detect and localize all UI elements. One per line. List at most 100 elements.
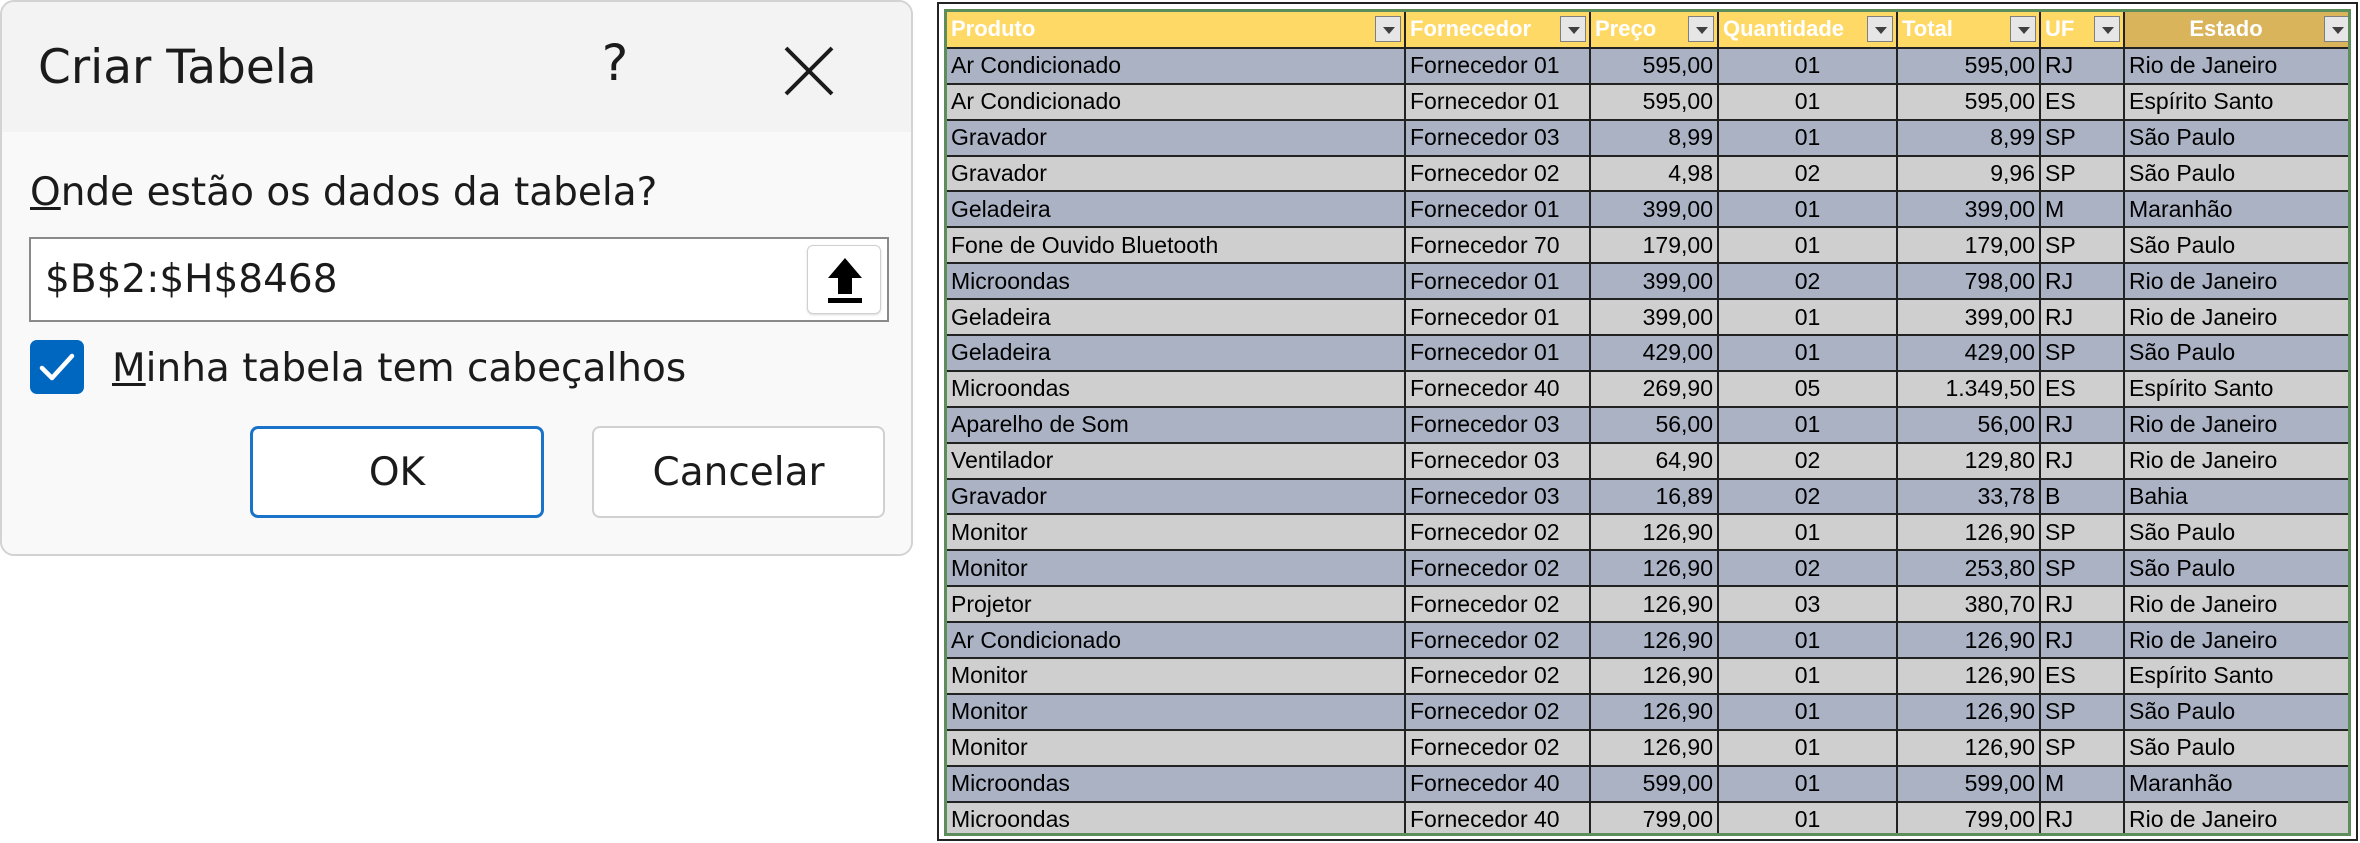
cell-preco[interactable]: 56,00 <box>1590 406 1719 444</box>
cell-fornecedor[interactable]: Fornecedor 02 <box>1405 155 1591 193</box>
cell-total[interactable]: 429,00 <box>1897 335 2041 372</box>
cell-uf[interactable]: RJ <box>2040 442 2125 480</box>
ok-button[interactable]: OK <box>250 426 544 518</box>
cell-uf[interactable]: RJ <box>2040 263 2125 301</box>
cell-estado[interactable]: Rio de Janeiro <box>2124 442 2348 480</box>
cell-total[interactable]: 33,78 <box>1897 478 2041 516</box>
cell-preco[interactable]: 399,00 <box>1590 299 1719 337</box>
cell-fornecedor[interactable]: Fornecedor 02 <box>1405 550 1591 588</box>
cell-uf[interactable]: SP <box>2040 729 2125 767</box>
cell-produto[interactable]: Fone de Ouvido Bluetooth <box>947 227 1406 265</box>
cell-estado[interactable]: Espírito Santo <box>2124 83 2348 121</box>
cell-produto[interactable]: Microondas <box>947 765 1406 803</box>
cell-fornecedor[interactable]: Fornecedor 70 <box>1405 227 1591 265</box>
cell-uf[interactable]: ES <box>2040 658 2125 695</box>
cell-estado[interactable]: São Paulo <box>2124 335 2348 372</box>
cell-fornecedor[interactable]: Fornecedor 40 <box>1405 370 1591 408</box>
cell-produto[interactable]: Monitor <box>947 658 1406 695</box>
cell-produto[interactable]: Gravador <box>947 119 1406 157</box>
cell-quantidade[interactable]: 02 <box>1718 442 1898 480</box>
cell-estado[interactable]: Bahia <box>2124 478 2348 516</box>
cell-preco[interactable]: 16,89 <box>1590 478 1719 516</box>
cell-fornecedor[interactable]: Fornecedor 40 <box>1405 801 1591 833</box>
cell-total[interactable]: 799,00 <box>1897 801 2041 833</box>
cell-fornecedor[interactable]: Fornecedor 01 <box>1405 335 1591 372</box>
cell-fornecedor[interactable]: Fornecedor 01 <box>1405 83 1591 121</box>
cell-estado[interactable]: São Paulo <box>2124 155 2348 193</box>
cell-total[interactable]: 8,99 <box>1897 119 2041 157</box>
cell-estado[interactable]: Espírito Santo <box>2124 370 2348 408</box>
cell-estado[interactable]: Rio de Janeiro <box>2124 47 2348 85</box>
cell-fornecedor[interactable]: Fornecedor 02 <box>1405 514 1591 552</box>
filter-dropdown-button[interactable] <box>2324 16 2348 42</box>
cancel-button[interactable]: Cancelar <box>592 426 885 518</box>
cell-uf[interactable]: ES <box>2040 83 2125 121</box>
cell-preco[interactable]: 126,90 <box>1590 550 1719 588</box>
cell-produto[interactable]: Ar Condicionado <box>947 622 1406 660</box>
cell-fornecedor[interactable]: Fornecedor 02 <box>1405 586 1591 624</box>
cell-uf[interactable]: M <box>2040 765 2125 803</box>
cell-quantidade[interactable]: 01 <box>1718 801 1898 833</box>
cell-total[interactable]: 399,00 <box>1897 191 2041 229</box>
header-produto[interactable]: Produto <box>947 12 1406 49</box>
cell-estado[interactable]: Rio de Janeiro <box>2124 586 2348 624</box>
cell-fornecedor[interactable]: Fornecedor 03 <box>1405 406 1591 444</box>
cell-uf[interactable]: RJ <box>2040 586 2125 624</box>
cell-quantidade[interactable]: 01 <box>1718 119 1898 157</box>
cell-produto[interactable]: Ventilador <box>947 442 1406 480</box>
help-button[interactable]: ? <box>595 34 635 94</box>
cell-produto[interactable]: Geladeira <box>947 335 1406 372</box>
cell-preco[interactable]: 269,90 <box>1590 370 1719 408</box>
cell-preco[interactable]: 799,00 <box>1590 801 1719 833</box>
cell-fornecedor[interactable]: Fornecedor 02 <box>1405 622 1591 660</box>
cell-uf[interactable]: SP <box>2040 693 2125 731</box>
cell-fornecedor[interactable]: Fornecedor 02 <box>1405 729 1591 767</box>
headers-checkbox-label[interactable]: Minha tabela tem cabeçalhos <box>112 346 686 391</box>
cell-fornecedor[interactable]: Fornecedor 01 <box>1405 263 1591 301</box>
cell-quantidade[interactable]: 02 <box>1718 263 1898 301</box>
cell-estado[interactable]: São Paulo <box>2124 119 2348 157</box>
cell-preco[interactable]: 126,90 <box>1590 693 1719 731</box>
filter-dropdown-button[interactable] <box>2094 16 2120 42</box>
cell-preco[interactable]: 126,90 <box>1590 658 1719 695</box>
cell-uf[interactable]: SP <box>2040 550 2125 588</box>
cell-total[interactable]: 56,00 <box>1897 406 2041 444</box>
cell-quantidade[interactable]: 01 <box>1718 47 1898 85</box>
cell-estado[interactable]: Maranhão <box>2124 191 2348 229</box>
cell-fornecedor[interactable]: Fornecedor 01 <box>1405 47 1591 85</box>
cell-preco[interactable]: 595,00 <box>1590 83 1719 121</box>
cell-uf[interactable]: ES <box>2040 370 2125 408</box>
header-preco[interactable]: Preço <box>1590 12 1719 49</box>
cell-total[interactable]: 126,90 <box>1897 658 2041 695</box>
cell-quantidade[interactable]: 01 <box>1718 227 1898 265</box>
header-uf[interactable]: UF <box>2040 12 2125 49</box>
cell-quantidade[interactable]: 01 <box>1718 622 1898 660</box>
cell-quantidade[interactable]: 01 <box>1718 658 1898 695</box>
cell-preco[interactable]: 399,00 <box>1590 263 1719 301</box>
cell-total[interactable]: 179,00 <box>1897 227 2041 265</box>
cell-preco[interactable]: 126,90 <box>1590 729 1719 767</box>
cell-preco[interactable]: 126,90 <box>1590 514 1719 552</box>
cell-uf[interactable]: SP <box>2040 155 2125 193</box>
cell-total[interactable]: 798,00 <box>1897 263 2041 301</box>
cell-produto[interactable]: Monitor <box>947 693 1406 731</box>
cell-uf[interactable]: RJ <box>2040 622 2125 660</box>
header-fornecedor[interactable]: Fornecedor <box>1405 12 1591 49</box>
cell-total[interactable]: 595,00 <box>1897 47 2041 85</box>
cell-uf[interactable]: SP <box>2040 119 2125 157</box>
cell-total[interactable]: 9,96 <box>1897 155 2041 193</box>
cell-quantidade[interactable]: 02 <box>1718 478 1898 516</box>
cell-total[interactable]: 380,70 <box>1897 586 2041 624</box>
filter-dropdown-button[interactable] <box>1688 16 1714 42</box>
header-total[interactable]: Total <box>1897 12 2041 49</box>
cell-uf[interactable]: M <box>2040 191 2125 229</box>
cell-produto[interactable]: Geladeira <box>947 191 1406 229</box>
cell-fornecedor[interactable]: Fornecedor 02 <box>1405 693 1591 731</box>
cell-total[interactable]: 595,00 <box>1897 83 2041 121</box>
cell-produto[interactable]: Monitor <box>947 729 1406 767</box>
range-input[interactable]: $B$2:$H$8468 <box>29 237 889 322</box>
cell-quantidade[interactable]: 01 <box>1718 693 1898 731</box>
cell-quantidade[interactable]: 01 <box>1718 299 1898 337</box>
cell-fornecedor[interactable]: Fornecedor 40 <box>1405 765 1591 803</box>
cell-produto[interactable]: Ar Condicionado <box>947 83 1406 121</box>
